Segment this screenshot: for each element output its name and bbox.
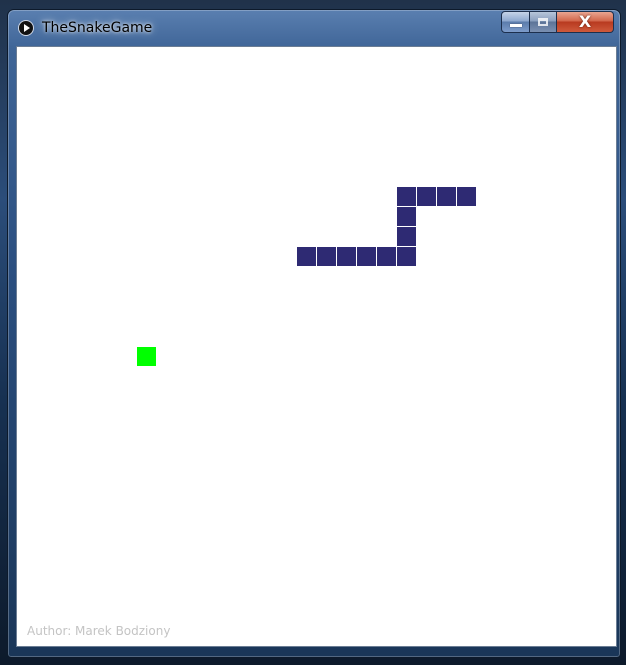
maximize-button[interactable]: [530, 11, 557, 33]
snake-segment: [297, 247, 316, 266]
snake-segment: [377, 247, 396, 266]
game-board[interactable]: Author: Marek Bodziony: [16, 46, 617, 647]
snake-head: [397, 247, 416, 266]
snake-segment: [397, 207, 416, 226]
app-window: TheSnakeGame X Author: Marek Bodziony: [7, 9, 621, 658]
maximize-icon: [538, 18, 548, 26]
snake-segment: [437, 187, 456, 206]
close-icon: X: [578, 12, 592, 31]
snake-segment: [357, 247, 376, 266]
snake-segment: [417, 187, 436, 206]
minimize-icon: [509, 23, 522, 27]
window-title: TheSnakeGame: [42, 20, 153, 36]
title-bar[interactable]: TheSnakeGame X: [8, 10, 620, 46]
close-button[interactable]: X: [557, 11, 614, 33]
author-credit: Author: Marek Bodziony: [27, 624, 171, 638]
window-controls: X: [501, 11, 614, 33]
food-pellet: [137, 347, 156, 366]
snake-segment: [317, 247, 336, 266]
snake-segment: [337, 247, 356, 266]
snake-segment: [397, 227, 416, 246]
app-icon[interactable]: [18, 20, 34, 36]
snake-segment: [457, 187, 476, 206]
snake-segment: [397, 187, 416, 206]
minimize-button[interactable]: [501, 11, 530, 33]
